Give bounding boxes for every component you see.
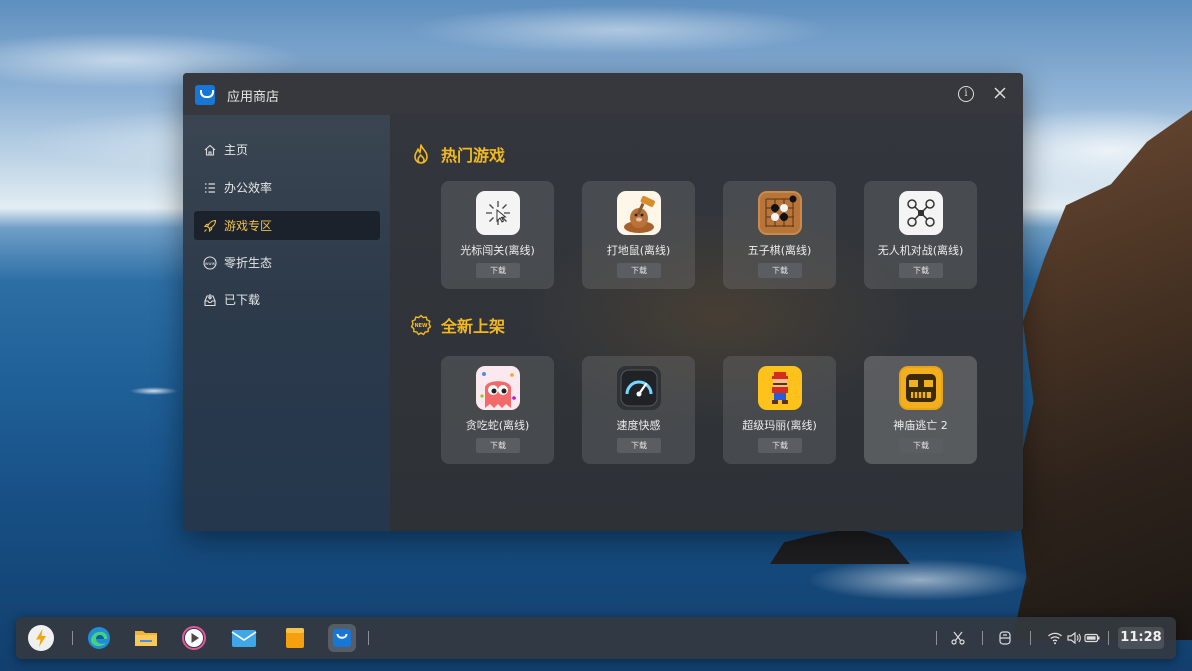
sidebar-item-label: 零折生态 [224, 256, 273, 270]
edge-browser-button[interactable] [85, 624, 113, 652]
sidebar-item-label: 主页 [224, 143, 249, 157]
mario-app-icon [758, 366, 802, 410]
app-name: 光标闯关(离线) [460, 244, 535, 257]
notes-icon [286, 628, 304, 648]
app-name: 贪吃蛇(离线) [465, 419, 530, 432]
cursor-app-icon [476, 191, 520, 235]
gomoku-app-icon [758, 191, 802, 235]
svg-text:NEW: NEW [414, 323, 428, 329]
sidebar-item-downloaded[interactable]: 已下载 [194, 285, 380, 314]
home-icon [203, 143, 217, 157]
assistant-icon [999, 631, 1011, 645]
info-button[interactable]: i [958, 86, 974, 102]
app-name: 五子棋(离线) [747, 244, 812, 257]
notes-button[interactable] [281, 624, 309, 652]
speedometer-app-icon [617, 366, 661, 410]
app-store-window: 应用商店 i 主页 办公效率 游戏专区 www 零折生态 已下载 热门游戏 光标… [183, 73, 1023, 531]
wifi-icon [1048, 632, 1062, 645]
file-manager-button[interactable] [132, 624, 160, 652]
mail-icon [231, 630, 257, 647]
app-card-temple-run[interactable]: 神庙逃亡 2 下载 [864, 356, 977, 464]
close-button[interactable] [991, 84, 1009, 102]
section-title-text: 热门游戏 [441, 146, 506, 165]
temple-app-icon [899, 366, 943, 410]
rocket-icon [203, 219, 217, 233]
edge-browser-icon [88, 627, 110, 649]
app-card-snake[interactable]: 贪吃蛇(离线) 下载 [441, 356, 554, 464]
taskbar-separator [936, 631, 937, 645]
taskbar-separator [72, 631, 73, 645]
sidebar-item-home[interactable]: 主页 [194, 135, 380, 164]
app-name: 超级玛丽(离线) [742, 419, 817, 432]
svg-text:www: www [205, 260, 216, 265]
close-icon [994, 87, 1006, 99]
download-button[interactable]: 下载 [476, 263, 520, 278]
app-store-taskbar-button[interactable] [328, 624, 356, 652]
assistant-button[interactable] [997, 630, 1013, 646]
app-store-logo-icon [195, 85, 215, 105]
download-button[interactable]: 下载 [758, 438, 802, 453]
file-manager-icon [135, 631, 157, 646]
taskbar-separator [982, 631, 983, 645]
launcher-button[interactable] [27, 624, 55, 652]
window-title: 应用商店 [227, 90, 280, 105]
drone-app-icon [899, 191, 943, 235]
app-card-speed[interactable]: 速度快感 下载 [582, 356, 695, 464]
section-title-text: 全新上架 [441, 317, 506, 336]
sidebar-item-office[interactable]: 办公效率 [194, 173, 380, 202]
section-title-new-arrivals: NEW 全新上架 [410, 313, 505, 337]
wallpaper-rock [770, 528, 910, 564]
app-card-super-mario[interactable]: 超级玛丽(离线) 下载 [723, 356, 836, 464]
download-button[interactable]: 下载 [758, 263, 802, 278]
app-name: 神庙逃亡 2 [893, 419, 948, 432]
screenshot-icon [951, 631, 965, 645]
sidebar: 主页 办公效率 游戏专区 www 零折生态 已下载 [183, 115, 390, 531]
flame-icon [414, 144, 428, 164]
mole-app-icon [617, 191, 661, 235]
taskbar-separator [1030, 631, 1031, 645]
volume-button[interactable] [1066, 630, 1082, 646]
section-title-hot-games: 热门游戏 [410, 142, 505, 166]
snake-app-icon [476, 366, 520, 410]
window-titlebar[interactable]: 应用商店 i [183, 73, 1023, 115]
volume-icon [1067, 631, 1081, 645]
sidebar-item-games[interactable]: 游戏专区 [194, 211, 380, 240]
download-button[interactable]: 下载 [617, 438, 661, 453]
wallpaper-wave [124, 386, 184, 396]
mail-button[interactable] [230, 624, 258, 652]
app-name: 无人机对战(离线) [877, 244, 964, 257]
download-button[interactable]: 下载 [617, 263, 661, 278]
app-store-icon [333, 629, 351, 647]
clock[interactable]: 11:28 [1118, 627, 1164, 649]
app-card-gomoku[interactable]: 五子棋(离线) 下载 [723, 181, 836, 289]
app-card-whack-a-mole[interactable]: 打地鼠(离线) 下载 [582, 181, 695, 289]
taskbar-separator [368, 631, 369, 645]
media-player-icon [182, 626, 206, 650]
sidebar-item-label: 游戏专区 [224, 219, 273, 233]
sidebar-item-label: 已下载 [224, 293, 261, 307]
main-content: 热门游戏 光标闯关(离线) 下载 打地鼠(离线) 下载 五子棋(离线) 下载 无… [390, 115, 1023, 531]
download-button[interactable]: 下载 [899, 438, 943, 453]
download-tray-icon [203, 293, 217, 307]
taskbar: 11:28 [16, 617, 1176, 659]
app-name: 打地鼠(离线) [606, 244, 671, 257]
download-button[interactable]: 下载 [476, 438, 520, 453]
wifi-button[interactable] [1047, 630, 1063, 646]
screenshot-button[interactable] [950, 630, 966, 646]
taskbar-separator [1108, 631, 1109, 645]
battery-icon [1084, 633, 1100, 643]
www-icon: www [203, 255, 217, 270]
media-player-button[interactable] [180, 624, 208, 652]
battery-button[interactable] [1084, 630, 1100, 646]
list-icon [203, 181, 217, 195]
sidebar-item-ecosystem[interactable]: www 零折生态 [194, 248, 380, 277]
app-name: 速度快感 [616, 419, 661, 432]
sidebar-item-label: 办公效率 [224, 181, 273, 195]
download-button[interactable]: 下载 [899, 263, 943, 278]
new-badge-icon: NEW [410, 314, 432, 336]
app-card-cursor[interactable]: 光标闯关(离线) 下载 [441, 181, 554, 289]
launcher-icon [28, 625, 54, 651]
app-card-drone-battle[interactable]: 无人机对战(离线) 下载 [864, 181, 977, 289]
